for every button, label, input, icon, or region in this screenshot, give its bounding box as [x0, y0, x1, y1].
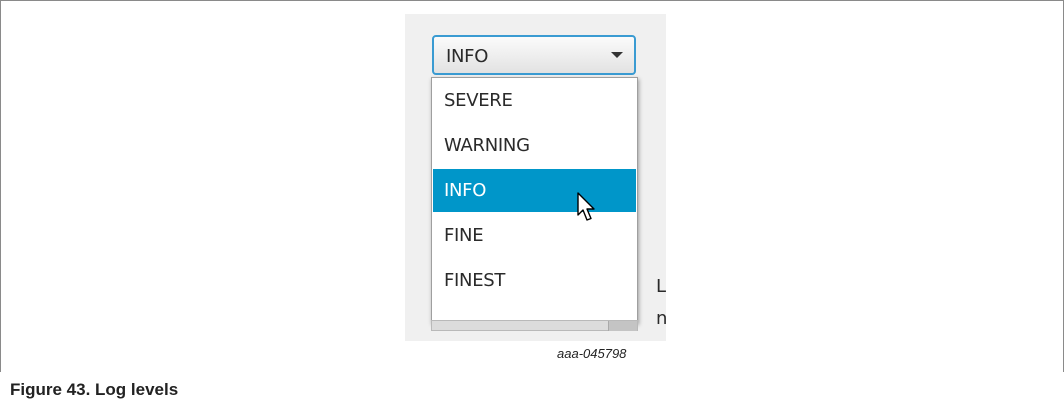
- option-fine[interactable]: FINE: [433, 214, 636, 257]
- underlying-control: [431, 320, 638, 331]
- figure-caption: Figure 43. Log levels: [10, 380, 179, 399]
- option-finest[interactable]: FINEST: [433, 259, 636, 302]
- option-warning[interactable]: WARNING: [433, 124, 636, 167]
- mouse-pointer-icon: [577, 192, 595, 221]
- log-level-value: INFO: [446, 46, 489, 67]
- underlying-control-button: [608, 321, 637, 331]
- truncated-text-line-1: L: [656, 276, 666, 297]
- chevron-down-icon[interactable]: [611, 52, 623, 58]
- image-reference-tag: aaa-045798: [557, 346, 627, 361]
- option-severe[interactable]: SEVERE: [433, 79, 636, 122]
- screenshot-panel: INFO SEVERE WARNING INFO FINE FINEST L n: [405, 14, 666, 341]
- option-info[interactable]: INFO: [433, 169, 636, 212]
- log-level-select[interactable]: INFO: [432, 35, 636, 75]
- log-level-dropdown: SEVERE WARNING INFO FINE FINEST: [431, 77, 638, 323]
- truncated-text-line-2: n: [656, 308, 666, 329]
